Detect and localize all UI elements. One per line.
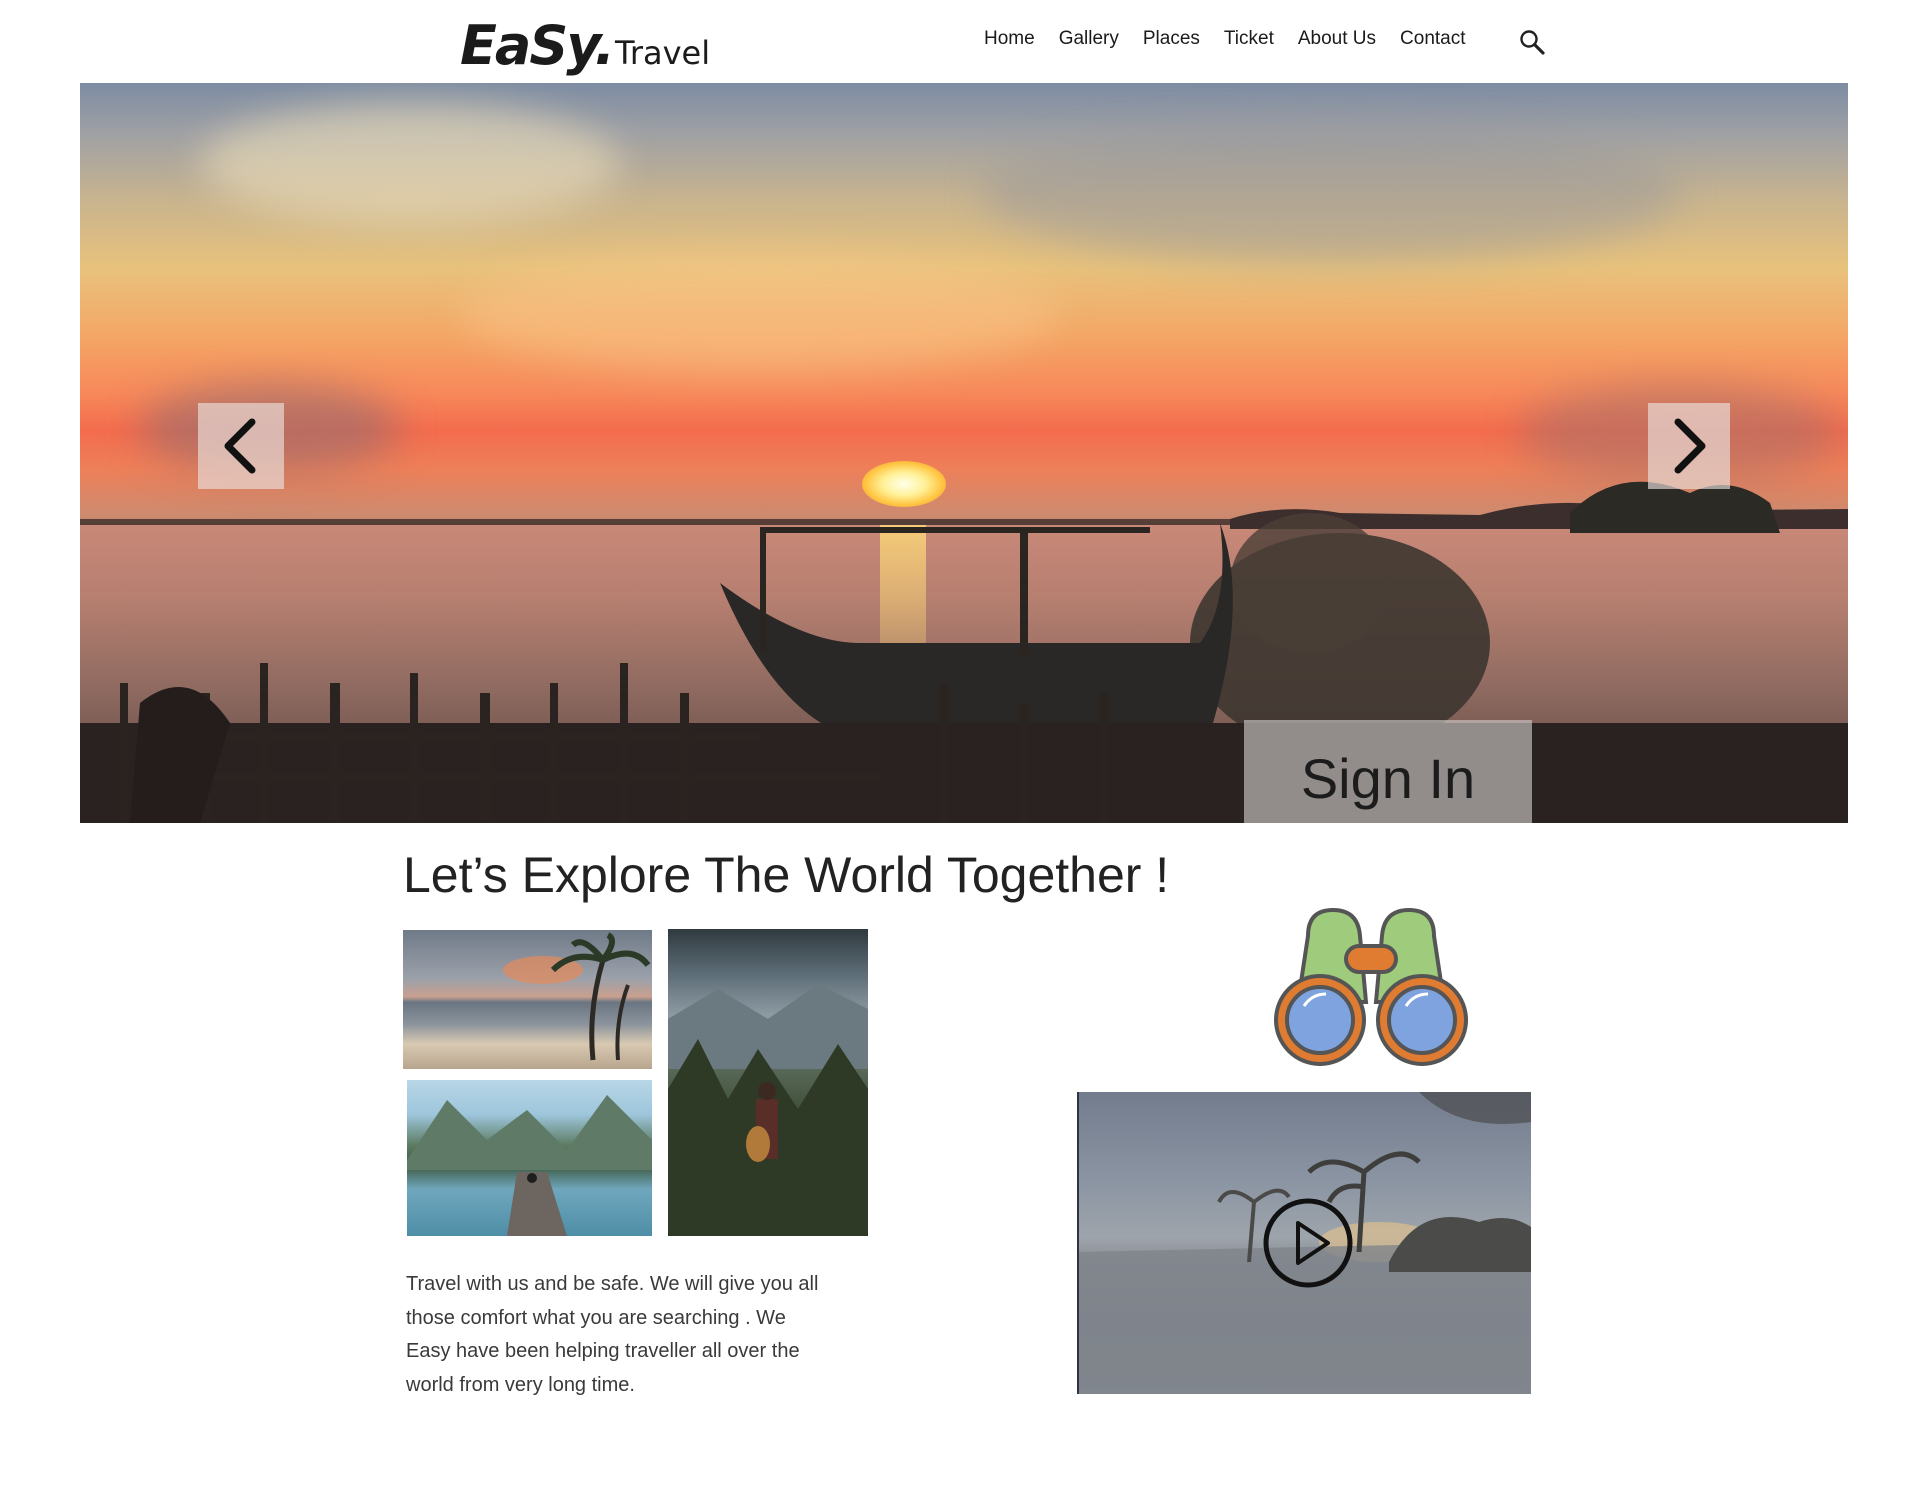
hiker-forest-image: [668, 984, 868, 1236]
video-player[interactable]: [1077, 1092, 1531, 1394]
nav-places[interactable]: Places: [1143, 28, 1200, 50]
nav-gallery[interactable]: Gallery: [1059, 28, 1119, 50]
sign-in-button[interactable]: Sign In: [1244, 720, 1532, 823]
search-icon[interactable]: [1518, 28, 1546, 56]
mountain-lake-image: [407, 1095, 652, 1236]
hero-slideshow: Sign In: [80, 83, 1848, 823]
nav-ticket[interactable]: Ticket: [1224, 28, 1274, 50]
boat-scene: [80, 481, 1848, 823]
description-text: Travel with us and be safe. We will give…: [406, 1273, 819, 1396]
gallery-photo-forest[interactable]: [668, 929, 868, 1236]
hero-next-button[interactable]: [1648, 403, 1730, 489]
main-nav: Home Gallery Places Ticket About Us Cont…: [984, 28, 1490, 50]
nav-about-us[interactable]: About Us: [1298, 28, 1376, 50]
logo-sub-text: Travel: [614, 34, 711, 72]
chevron-right-icon: [1674, 418, 1706, 474]
hero-prev-button[interactable]: [198, 403, 284, 489]
palm-tree-image: [503, 932, 651, 1061]
logo-main-text: EaSy.: [460, 14, 615, 77]
nav-contact[interactable]: Contact: [1400, 28, 1465, 50]
binoculars-icon: [1274, 907, 1468, 1066]
chevron-left-icon: [224, 418, 256, 474]
sign-in-label: Sign In: [1300, 747, 1476, 810]
gallery-photo-beach[interactable]: [403, 930, 652, 1069]
logo[interactable]: EaSy. Travel: [460, 14, 711, 77]
nav-home[interactable]: Home: [984, 28, 1035, 50]
section-title: Let’s Explore The World Together !: [403, 847, 1170, 903]
gallery-photo-lake[interactable]: [407, 1080, 652, 1236]
play-icon[interactable]: [1262, 1197, 1354, 1289]
